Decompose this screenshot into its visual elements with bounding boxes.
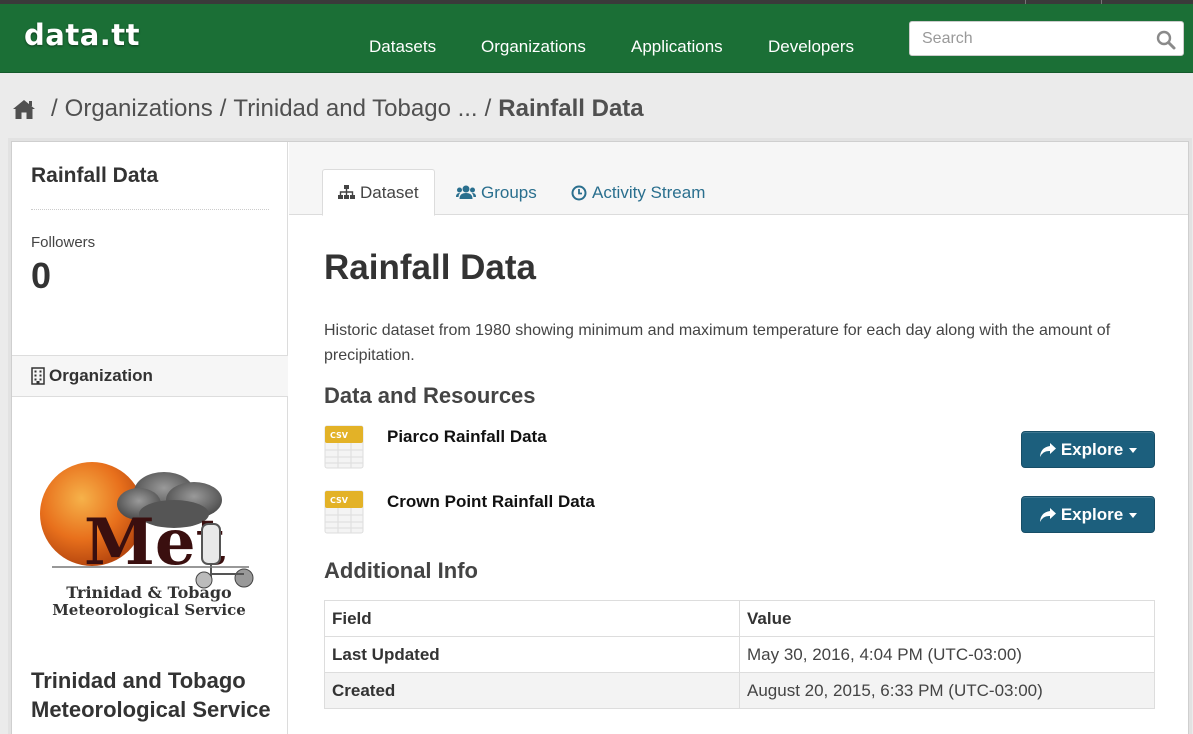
breadcrumb-current[interactable]: Rainfall Data xyxy=(498,95,643,123)
table-row: Last Updated May 30, 2016, 4:04 PM (UTC-… xyxy=(324,636,1155,673)
organization-logo[interactable]: Met Trinidad & Tobago Meteorological Ser… xyxy=(34,452,264,622)
followers-label: Followers xyxy=(31,234,96,251)
explore-button[interactable]: Explore xyxy=(1021,496,1155,533)
caret-down-icon xyxy=(1129,513,1138,518)
table-cell-field: Last Updated xyxy=(324,636,740,673)
resource-item: CSV Crown Point Rainfall Data Explore xyxy=(324,490,1156,536)
breadcrumb: / Organizations / Trinidad and Tobago ..… xyxy=(12,94,644,124)
csv-file-icon[interactable]: CSV xyxy=(324,490,364,534)
followers-count: 0 xyxy=(31,255,52,296)
tab-activity-label: Activity Stream xyxy=(592,182,706,202)
table-cell-value: August 20, 2015, 6:33 PM (UTC-03:00) xyxy=(739,672,1155,709)
tab-activity-stream[interactable]: Activity Stream xyxy=(561,169,715,216)
breadcrumb-organizations[interactable]: Organizations xyxy=(65,95,213,123)
nav-organizations[interactable]: Organizations xyxy=(481,37,586,57)
organization-name[interactable]: Trinidad and Tobago Meteorological Servi… xyxy=(31,666,271,724)
search-box xyxy=(909,21,1184,56)
clock-icon xyxy=(571,185,587,200)
logo-caption-2: Meteorological Service xyxy=(52,601,246,619)
explore-label: Explore xyxy=(1060,439,1124,459)
table-cell-value: May 30, 2016, 4:04 PM (UTC-03:00) xyxy=(739,636,1155,673)
explore-button[interactable]: Explore xyxy=(1021,431,1155,468)
table-header-row: Field Value xyxy=(324,600,1155,637)
breadcrumb-separator: / xyxy=(219,95,227,122)
dataset-description: Historic dataset from 1980 showing minim… xyxy=(324,322,1111,364)
divider xyxy=(31,209,269,210)
dataset-title: Rainfall Data xyxy=(324,248,536,287)
resource-item: CSV Piarco Rainfall Data Explore xyxy=(324,425,1156,471)
nav-datasets[interactable]: Datasets xyxy=(369,37,436,57)
resources-heading: Data and Resources xyxy=(324,383,536,408)
resource-name[interactable]: Piarco Rainfall Data xyxy=(387,427,547,447)
additional-info-heading: Additional Info xyxy=(324,558,478,583)
breadcrumb-separator: / xyxy=(484,95,492,122)
logo-caption-1: Trinidad & Tobago xyxy=(66,583,232,602)
tab-dataset-label: Dataset xyxy=(360,182,419,202)
site-logo[interactable]: data.tt xyxy=(24,18,140,52)
navbar: data.tt Datasets Organizations Applicati… xyxy=(0,4,1193,73)
users-icon xyxy=(456,185,476,199)
column-header-field: Field xyxy=(324,600,740,637)
file-format-label: CSV xyxy=(330,496,349,505)
share-arrow-icon xyxy=(1039,442,1056,457)
nav-developers[interactable]: Developers xyxy=(768,37,854,57)
file-format-label: CSV xyxy=(330,431,349,440)
tab-groups-label: Groups xyxy=(481,182,537,202)
main-wrapper: Rainfall Data Followers 0 Organization M… xyxy=(11,141,1189,734)
sitemap-icon xyxy=(338,185,355,199)
building-icon xyxy=(31,367,45,385)
organization-heading-label: Organization xyxy=(49,366,153,385)
tab-groups[interactable]: Groups xyxy=(446,169,547,216)
tabs-bar: Dataset Groups Activity Stream xyxy=(289,142,1188,216)
additional-info-table: Field Value Last Updated May 30, 2016, 4… xyxy=(324,600,1155,709)
sidebar: Rainfall Data Followers 0 Organization M… xyxy=(12,142,288,734)
search-input[interactable] xyxy=(910,22,1150,55)
resource-name[interactable]: Crown Point Rainfall Data xyxy=(387,492,595,512)
nav-applications[interactable]: Applications xyxy=(631,37,723,57)
breadcrumb-separator: / xyxy=(51,95,58,122)
column-header-value: Value xyxy=(739,600,1155,637)
organization-heading: Organization xyxy=(12,355,288,397)
home-icon[interactable] xyxy=(12,98,36,120)
search-icon[interactable] xyxy=(1155,29,1177,51)
csv-file-icon[interactable]: CSV xyxy=(324,425,364,469)
breadcrumb-organization[interactable]: Trinidad and Tobago ... xyxy=(233,95,477,123)
content: Dataset Groups Activity Stream Rainfall … xyxy=(289,142,1188,734)
explore-label: Explore xyxy=(1060,504,1124,524)
table-cell-field: Created xyxy=(324,672,740,709)
table-row: Created August 20, 2015, 6:33 PM (UTC-03… xyxy=(324,672,1155,709)
sidebar-dataset-title: Rainfall Data xyxy=(31,164,159,187)
caret-down-icon xyxy=(1129,448,1138,453)
tab-dataset[interactable]: Dataset xyxy=(322,169,435,216)
share-arrow-icon xyxy=(1039,507,1056,522)
